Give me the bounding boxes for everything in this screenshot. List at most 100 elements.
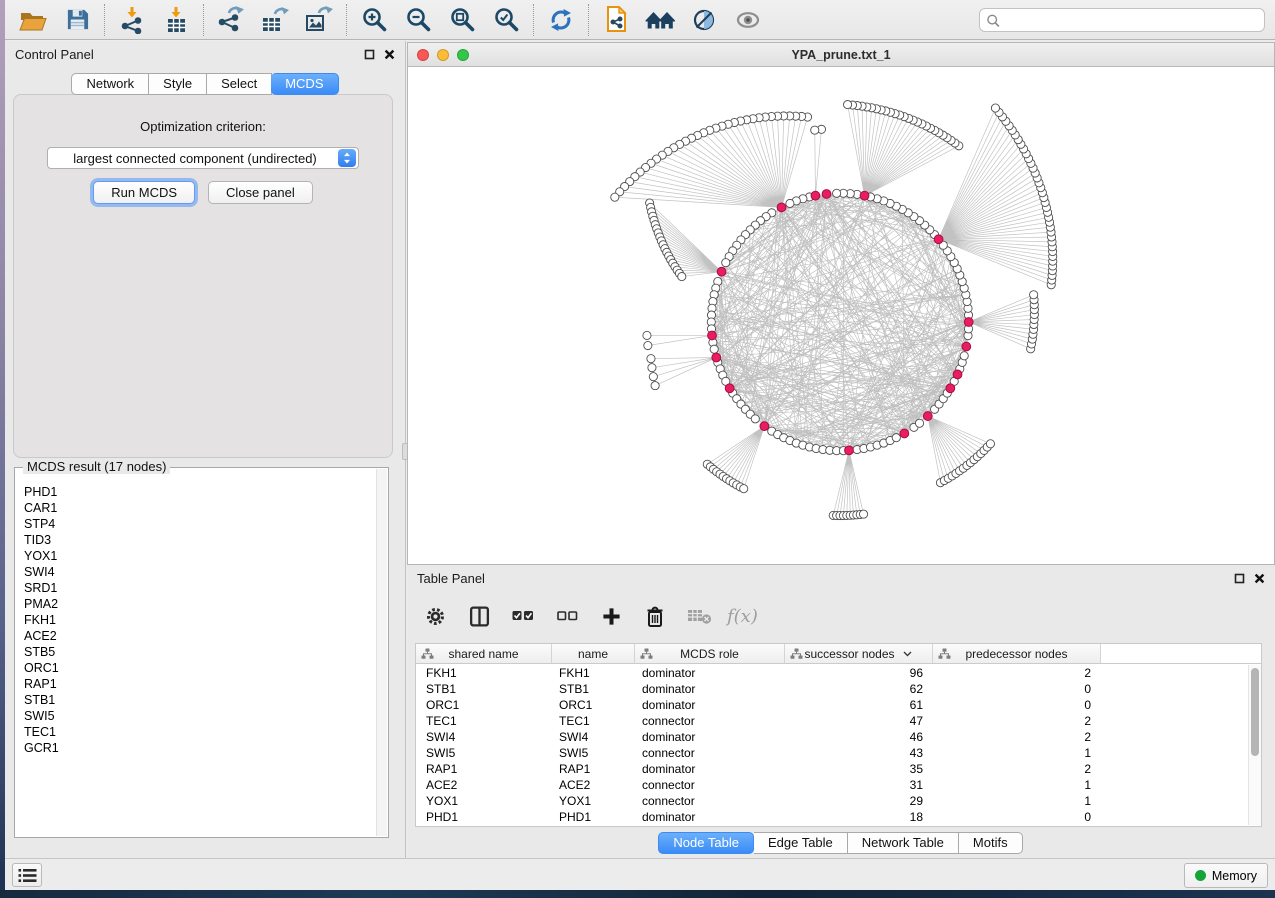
table-row[interactable]: SWI4SWI4dominator462 (416, 729, 1248, 745)
tab-style[interactable]: Style (149, 73, 207, 95)
export-network-button[interactable] (209, 2, 253, 38)
table-row[interactable]: TEC1TEC1connector472 (416, 713, 1248, 729)
deselect-all-rows-button[interactable] (549, 598, 585, 634)
tab-network-table[interactable]: Network Table (848, 832, 959, 854)
mcds-result-item[interactable]: SWI5 (24, 708, 375, 724)
table-settings-button[interactable] (417, 598, 453, 634)
tab-mcds[interactable]: MCDS (271, 73, 338, 95)
search-box[interactable] (979, 8, 1265, 32)
mcds-result-item[interactable]: YOX1 (24, 548, 375, 564)
control-panel-float-button[interactable] (364, 49, 375, 60)
delete-columns-button[interactable] (637, 598, 673, 634)
table-cell: 29 (785, 794, 933, 808)
column-header-name[interactable]: name (552, 644, 635, 664)
tab-select[interactable]: Select (207, 73, 272, 95)
save-session-button[interactable] (55, 2, 99, 38)
table-panel: Table Panel f(x) shared namenameMCDS rol… (407, 565, 1275, 858)
tab-network[interactable]: Network (71, 73, 149, 95)
import-network-button[interactable] (110, 2, 154, 38)
mcds-result-item[interactable]: PHD1 (24, 484, 375, 500)
memory-button[interactable]: Memory (1184, 863, 1268, 888)
show-hide-details-button[interactable] (726, 2, 770, 38)
optimization-criterion-select[interactable]: largest connected component (undirected) (47, 147, 359, 169)
mcds-result-item[interactable]: ORC1 (24, 660, 375, 676)
table-panel-float-button[interactable] (1234, 573, 1245, 584)
import-table-icon (163, 6, 189, 34)
window-minimize-button[interactable] (437, 49, 449, 61)
select-all-rows-button[interactable] (505, 598, 541, 634)
mcds-list-scrollbar[interactable] (376, 469, 387, 836)
table-cell: YOX1 (552, 794, 635, 808)
mcds-result-item[interactable]: FKH1 (24, 612, 375, 628)
zoom-fit-button[interactable] (440, 2, 484, 38)
column-header-successor-nodes[interactable]: successor nodes (785, 644, 933, 664)
table-cell: connector (635, 714, 785, 728)
table-row[interactable]: FKH1FKH1dominator962 (416, 665, 1248, 681)
zoom-in-button[interactable] (352, 2, 396, 38)
zoom-out-button[interactable] (396, 2, 440, 38)
table-cell: 18 (785, 810, 933, 824)
mcds-result-item[interactable]: CAR1 (24, 500, 375, 516)
table-row[interactable]: YOX1YOX1connector291 (416, 793, 1248, 809)
mcds-result-item[interactable]: SWI4 (24, 564, 375, 580)
table-panel-close-button[interactable] (1254, 573, 1265, 584)
search-input[interactable] (1001, 11, 1264, 29)
refresh-layout-button[interactable] (539, 2, 583, 38)
table-cell: ORC1 (552, 698, 635, 712)
table-row[interactable]: STB1STB1dominator620 (416, 681, 1248, 697)
table-scrollbar-thumb[interactable] (1251, 668, 1259, 756)
task-history-button[interactable] (12, 863, 42, 887)
table-row[interactable]: ACE2ACE2connector311 (416, 777, 1248, 793)
column-header-MCDS-role[interactable]: MCDS role (635, 644, 785, 664)
column-header-predecessor-nodes[interactable]: predecessor nodes (933, 644, 1101, 664)
add-column-button[interactable] (593, 598, 629, 634)
open-file-button[interactable] (11, 2, 55, 38)
mcds-result-item[interactable]: GCR1 (24, 740, 375, 756)
mcds-result-item[interactable]: STP4 (24, 516, 375, 532)
table-row[interactable]: PHD1PHD1dominator180 (416, 809, 1248, 825)
table-cell: FKH1 (416, 666, 552, 680)
mcds-result-item[interactable]: STB5 (24, 644, 375, 660)
close-mcds-panel-button[interactable]: Close panel (208, 181, 313, 204)
tab-edge-table[interactable]: Edge Table (754, 832, 848, 854)
network-graph[interactable] (408, 67, 1274, 564)
cytoscape-app-window: Control Panel NetworkStyleSelectMCDS Opt… (5, 0, 1275, 890)
table-row[interactable]: RAP1RAP1dominator352 (416, 761, 1248, 777)
export-image-button[interactable] (297, 2, 341, 38)
table-row[interactable]: ORC1ORC1dominator610 (416, 697, 1248, 713)
mcds-result-item[interactable]: PMA2 (24, 596, 375, 612)
mcds-result-item[interactable]: ACE2 (24, 628, 375, 644)
tab-motifs[interactable]: Motifs (959, 832, 1023, 854)
zoom-selected-button[interactable] (484, 2, 528, 38)
network-from-document-button[interactable] (594, 2, 638, 38)
mcds-result-item[interactable]: STB1 (24, 692, 375, 708)
export-table-button[interactable] (253, 2, 297, 38)
show-columns-button[interactable] (461, 598, 497, 634)
control-panel-title: Control Panel (15, 47, 94, 62)
mcds-result-item[interactable]: TEC1 (24, 724, 375, 740)
clear-table-button (681, 598, 717, 634)
tab-node-table[interactable]: Node Table (658, 832, 754, 854)
window-zoom-button[interactable] (457, 49, 469, 61)
column-header-shared-name[interactable]: shared name (416, 644, 552, 664)
mcds-result-item[interactable]: SRD1 (24, 580, 375, 596)
show-hide-details-icon (734, 8, 762, 32)
mcds-result-item[interactable]: RAP1 (24, 676, 375, 692)
control-panel: Control Panel NetworkStyleSelectMCDS Opt… (5, 41, 406, 858)
table-cell: 0 (933, 698, 1101, 712)
add-column-icon (602, 607, 621, 626)
run-mcds-button[interactable]: Run MCDS (93, 181, 195, 204)
table-cell: ORC1 (416, 698, 552, 712)
table-body: FKH1FKH1dominator962STB1STB1dominator620… (416, 665, 1248, 826)
list-icon (18, 868, 37, 883)
control-panel-close-button[interactable] (384, 49, 395, 60)
table-scrollbar[interactable] (1248, 665, 1261, 825)
mcds-result-item[interactable]: TID3 (24, 532, 375, 548)
mcds-tab-panel: Optimization criterion: largest connecte… (13, 94, 393, 458)
table-row[interactable]: SWI5SWI5connector431 (416, 745, 1248, 761)
import-table-button[interactable] (154, 2, 198, 38)
window-close-button[interactable] (417, 49, 429, 61)
network-window-titlebar[interactable]: YPA_prune.txt_1 (408, 43, 1274, 67)
style-preview-button[interactable] (682, 2, 726, 38)
home-button[interactable] (638, 2, 682, 38)
